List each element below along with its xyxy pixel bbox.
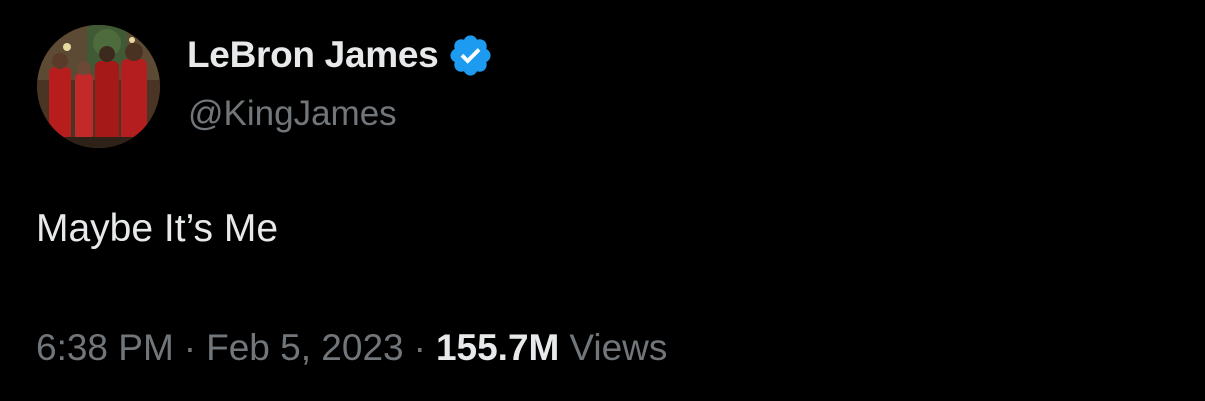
avatar[interactable]: [37, 25, 160, 148]
meta-separator: ·: [183, 327, 197, 368]
verified-badge-icon[interactable]: [447, 32, 494, 79]
tweet-meta: 6:38 PM · Feb 5, 2023 · 155.7M Views: [36, 327, 667, 369]
avatar-photo: [37, 25, 160, 148]
author-handle[interactable]: @KingJames: [188, 94, 397, 134]
views-label[interactable]: Views: [569, 327, 667, 369]
views-count[interactable]: 155.7M: [436, 327, 559, 369]
tweet-date[interactable]: Feb 5, 2023: [206, 327, 403, 369]
tweet-time[interactable]: 6:38 PM: [36, 327, 174, 369]
meta-separator: ·: [413, 327, 426, 368]
tweet-card: LeBron James @KingJames Maybe It’s Me 6:…: [0, 0, 1205, 401]
author-display-name[interactable]: LeBron James: [187, 34, 439, 76]
author-name-row[interactable]: LeBron James: [187, 30, 494, 80]
tweet-text: Maybe It’s Me: [36, 207, 279, 250]
